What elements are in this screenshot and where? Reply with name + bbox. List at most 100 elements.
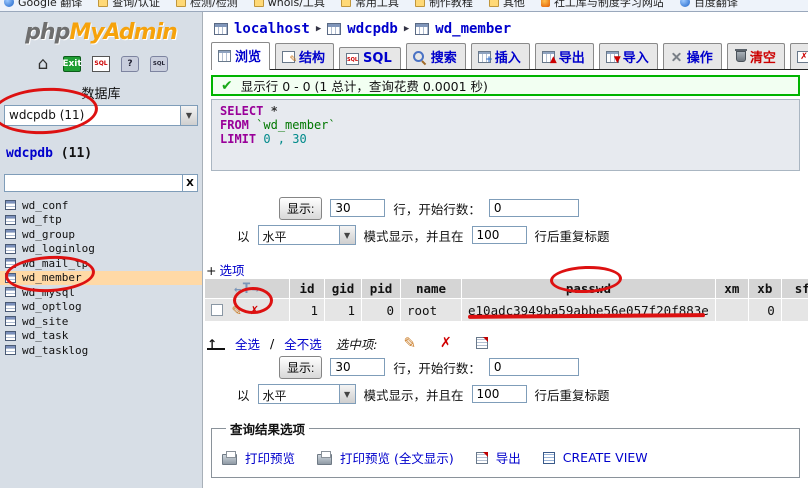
check-all-arrow-icon [207,337,225,350]
tab-import[interactable]: ▼导入 [599,43,658,69]
rows-count-input[interactable] [330,358,385,376]
bookmark-folder[interactable]: whois/工具 [254,0,325,10]
print-preview-link[interactable]: 打印预览 [245,448,295,467]
breadcrumb-table[interactable]: wd_member [435,21,511,37]
sidebar-item-wd_group[interactable]: wd_group [0,227,202,242]
bookmark-folder[interactable]: 常用工具 [341,0,399,10]
cell-pid: 0 [362,299,400,321]
sidebar-item-wd_optlog[interactable]: wd_optlog [0,300,202,315]
bookmark-folder[interactable]: 检测/检测 [176,0,238,10]
breadcrumb-database[interactable]: wdcpdb [347,21,398,37]
rows-count-input[interactable] [330,199,385,217]
table-list: wd_conf wd_ftp wd_group wd_loginlog wd_m… [0,198,202,358]
tab-operations[interactable]: 操作 [663,43,722,69]
unselect-all-link[interactable]: 全不选 [284,334,322,353]
exit-icon[interactable]: Exit [63,56,81,72]
tab-sql[interactable]: SQLSQL [339,47,401,69]
result-table: ←T→ id gid pid name passwd xm xb sfzh ✎ … [204,278,808,322]
table-icon[interactable] [5,215,16,225]
sidebar-item-wd_ftp[interactable]: wd_ftp [0,213,202,228]
print-preview-full-link[interactable]: 打印预览 (全文显示) [340,448,454,467]
show-button[interactable]: 显示: [279,356,322,379]
sql-window-icon[interactable]: SQL [150,56,168,72]
create-view-icon[interactable] [543,452,555,464]
delete-selected-icon[interactable]: ✗ [440,336,452,350]
database-select[interactable]: wdcpdb (11) ▼ [4,105,198,126]
tab-drop[interactable]: ✗删除 [790,43,808,69]
tab-insert[interactable]: +插入 [471,43,530,69]
table-icon[interactable] [5,302,16,312]
insert-icon: + [478,51,491,63]
sidebar-item-wd_conf[interactable]: wd_conf [0,198,202,213]
table-icon[interactable] [5,258,16,268]
edit-selected-icon[interactable]: ✎ [403,336,416,351]
table-icon[interactable] [5,331,16,341]
table-filter-input[interactable] [4,174,183,192]
show-button[interactable]: 显示: [279,197,322,220]
sidebar: phpMyAdmin ⌂ Exit SQL ? SQL 数据库 wdcpdb (… [0,12,203,488]
printer-icon[interactable] [222,454,237,465]
bookmark-site[interactable]: 社工库与制度学习网站 [541,0,664,10]
cell-sfzh [782,299,808,321]
table-icon[interactable] [5,287,16,297]
repeat-headers-input[interactable] [472,385,527,403]
phpmyadmin-logo[interactable]: phpMyAdmin [0,20,202,45]
bookmark-site[interactable]: 百度翻译 [680,0,738,10]
column-order-controls[interactable]: ←T→ [234,282,260,296]
tab-structure[interactable]: ✎结构 [275,43,334,69]
sidebar-item-wd_site[interactable]: wd_site [0,314,202,329]
bookmark-folder[interactable]: 查询/认证 [98,0,160,10]
export-selected-icon[interactable] [476,337,488,349]
display-mode-select[interactable]: 水平 ▼ [258,225,356,245]
sidebar-item-wd_member[interactable]: wd_member [0,271,202,286]
sidebar-item-wd_mysql[interactable]: wd_mysql [0,285,202,300]
sidebar-item-wd_tasklog[interactable]: wd_tasklog [0,343,202,358]
display-mode-select[interactable]: 水平 ▼ [258,384,356,404]
tab-export[interactable]: ▲导出 [535,43,594,69]
home-icon[interactable]: ⌂ [34,56,52,72]
breadcrumb-server[interactable]: localhost [234,21,310,37]
status-message: ✔ 显示行 0 - 0 (1 总计，查询花费 0.0001 秒) [211,75,800,96]
tab-search[interactable]: 搜索 [406,43,466,69]
select-all-link[interactable]: 全选 [235,334,260,353]
tab-empty[interactable]: 清空 [727,43,785,69]
export-icon[interactable] [476,452,488,464]
chevron-down-icon: ▼ [339,385,355,403]
trash-icon [736,51,746,62]
sidebar-item-wd_task[interactable]: wd_task [0,329,202,344]
structure-icon: ✎ [282,51,295,63]
database-select-value: wdcpdb (11) [5,106,180,125]
bookmark-folder[interactable]: 其他 [489,0,525,10]
clear-filter-button[interactable]: X [183,174,198,192]
repeat-headers-input[interactable] [472,226,527,244]
tab-browse[interactable]: 浏览 [211,42,270,70]
create-view-link[interactable]: CREATE VIEW [563,450,648,465]
delete-x-icon[interactable]: ✗ [250,303,258,317]
table-icon[interactable] [5,200,16,210]
row-checkbox[interactable] [211,304,223,316]
sql-icon[interactable]: SQL [92,56,110,72]
export-link[interactable]: 导出 [496,448,521,467]
database-link[interactable]: wdcpdb [6,146,53,161]
start-row-input[interactable] [489,358,579,376]
success-check-icon: ✔ [221,78,233,94]
bookmark-google-translate[interactable]: Google 翻译 [4,0,82,10]
edit-pencil-icon[interactable]: ✎ [232,303,241,318]
site-icon [541,0,550,7]
table-icon[interactable] [5,229,16,239]
help-icon[interactable]: ? [121,56,139,72]
printer-icon[interactable] [317,454,332,465]
options-toggle[interactable]: +选项 [206,260,808,276]
phpmyadmin-window: Google 翻译 查询/认证 检测/检测 whois/工具 常用工具 制作教程… [0,0,808,488]
table-icon[interactable] [5,244,16,254]
sidebar-item-wd_mail_tp[interactable]: wd_mail_tp [0,256,202,271]
table-icon[interactable] [5,316,16,326]
table-icon[interactable] [5,273,16,283]
bookmark-folder[interactable]: 制作教程 [415,0,473,10]
chevron-down-icon[interactable]: ▼ [180,106,197,125]
fieldset-legend: 查询结果选项 [226,419,309,438]
server-icon [214,23,228,35]
sidebar-item-wd_loginlog[interactable]: wd_loginlog [0,242,202,257]
start-row-input[interactable] [489,199,579,217]
table-icon[interactable] [5,345,16,355]
